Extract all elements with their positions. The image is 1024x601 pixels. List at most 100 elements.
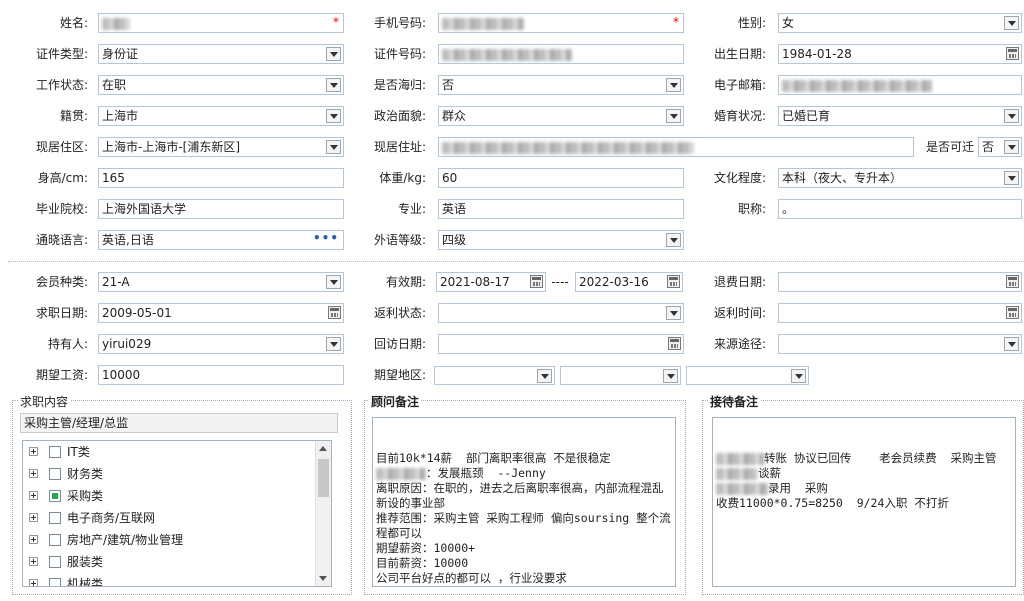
- height-input[interactable]: 165: [98, 168, 344, 188]
- calendar-icon[interactable]: [328, 306, 341, 319]
- chevron-down-icon[interactable]: [666, 233, 681, 247]
- gender-select[interactable]: 女: [778, 13, 1022, 33]
- birth-date-input[interactable]: 1984-01-28: [778, 44, 1022, 64]
- chevron-down-icon[interactable]: [663, 369, 678, 383]
- area-city-select[interactable]: [560, 366, 681, 385]
- education-select[interactable]: 本科（夜大、专升本）: [778, 168, 1022, 188]
- tree-scrollbar[interactable]: [315, 441, 331, 586]
- redacted-email: [782, 79, 932, 92]
- revisit-date-input[interactable]: [438, 334, 684, 354]
- tree-item[interactable]: 房地产/建筑/物业管理: [23, 529, 313, 551]
- chevron-down-icon[interactable]: [1004, 140, 1019, 154]
- school-input[interactable]: 上海外国语大学: [98, 199, 344, 219]
- checkbox[interactable]: [49, 578, 61, 586]
- checkbox[interactable]: [49, 556, 61, 568]
- address-input[interactable]: [438, 137, 914, 157]
- validity-start-input[interactable]: 2021-08-17: [436, 272, 546, 292]
- source-select[interactable]: [778, 334, 1022, 354]
- chevron-down-icon[interactable]: [666, 109, 681, 123]
- chevron-down-icon[interactable]: [1004, 337, 1019, 351]
- tree-item[interactable]: 服装类: [23, 551, 313, 573]
- relocate-select[interactable]: 否: [978, 137, 1022, 157]
- checkbox[interactable]: [49, 446, 61, 458]
- email-input[interactable]: [778, 75, 1022, 95]
- marital-select[interactable]: 已婚已育: [778, 106, 1022, 126]
- scroll-thumb[interactable]: [318, 459, 329, 497]
- expand-icon[interactable]: [29, 535, 38, 544]
- expand-icon[interactable]: [29, 447, 38, 456]
- work-status-select[interactable]: 在职: [98, 75, 344, 95]
- holder-select[interactable]: yirui029: [98, 334, 344, 354]
- tree-item[interactable]: 机械类: [23, 573, 313, 586]
- chevron-down-icon[interactable]: [1004, 171, 1019, 185]
- language-input[interactable]: 英语,日语 •••: [98, 230, 344, 250]
- scroll-up-icon[interactable]: [319, 446, 327, 451]
- tree-item[interactable]: IT类: [23, 441, 313, 463]
- refund-date-input[interactable]: [778, 272, 1022, 292]
- consultant-notes-textarea[interactable]: 目前10k*14薪 部门离职率很高 不是很稳定 ：发展瓶颈 --Jenny 离职原因…: [372, 417, 676, 587]
- calendar-icon[interactable]: [668, 337, 681, 350]
- area-label: 期望地区:: [373, 368, 426, 382]
- education-value: 本科（夜大、专升本）: [782, 171, 903, 185]
- calendar-icon[interactable]: [1006, 47, 1019, 60]
- tree-item[interactable]: 采购类: [23, 485, 313, 507]
- expand-icon[interactable]: [29, 491, 38, 500]
- holder-label: 持有人:: [47, 337, 88, 351]
- expand-icon[interactable]: [29, 513, 38, 522]
- returnee-select[interactable]: 否: [438, 75, 684, 95]
- scroll-down-icon[interactable]: [319, 576, 327, 581]
- tree-item[interactable]: 电子商务/互联网: [23, 507, 313, 529]
- chevron-down-icon[interactable]: [326, 78, 341, 92]
- chevron-down-icon[interactable]: [326, 337, 341, 351]
- calendar-icon[interactable]: [1006, 306, 1019, 319]
- expand-icon[interactable]: [29, 557, 38, 566]
- id-no-input[interactable]: [438, 44, 684, 64]
- checkbox[interactable]: [49, 512, 61, 524]
- weight-input[interactable]: 60: [438, 168, 684, 188]
- expand-icon[interactable]: [29, 469, 38, 478]
- job-date-input[interactable]: 2009-05-01: [98, 303, 344, 323]
- member-type-select[interactable]: 21-A: [98, 272, 344, 292]
- chevron-down-icon[interactable]: [1004, 109, 1019, 123]
- job-category-tree[interactable]: IT类 财务类 采购类 电子商务/互联网 房地产/建筑/物业管理 服装类 机械类: [22, 440, 332, 587]
- chevron-down-icon[interactable]: [326, 109, 341, 123]
- area-district-select[interactable]: [686, 366, 809, 385]
- chevron-down-icon[interactable]: [666, 306, 681, 320]
- holder-value: yirui029: [102, 337, 152, 351]
- rebate-status-select[interactable]: [438, 303, 684, 323]
- chevron-down-icon[interactable]: [791, 369, 806, 383]
- chevron-down-icon[interactable]: [537, 369, 552, 383]
- residence-area-select[interactable]: 上海市-上海市-[浦东新区]: [98, 137, 344, 157]
- note-text: 目前薪资：10000: [376, 556, 469, 570]
- chevron-down-icon[interactable]: [1004, 16, 1019, 30]
- calendar-icon[interactable]: [667, 275, 680, 288]
- id-type-select[interactable]: 身份证: [98, 44, 344, 64]
- reception-notes-textarea[interactable]: 转账 协议已回传 老会员续费 采购主管 谈薪 录用 采购 收费11000*0.75=8…: [712, 417, 1016, 587]
- note-line: 期望薪资：10000+: [376, 541, 672, 556]
- salary-input[interactable]: 10000: [98, 365, 344, 385]
- rebate-time-input[interactable]: [778, 303, 1022, 323]
- language-label: 通晓语言:: [35, 233, 88, 247]
- validity-end-input[interactable]: 2022-03-16: [575, 272, 683, 292]
- political-select[interactable]: 群众: [438, 106, 684, 126]
- foreign-level-select[interactable]: 四级: [438, 230, 684, 250]
- calendar-icon[interactable]: [530, 275, 543, 288]
- checkbox[interactable]: [49, 468, 61, 480]
- title-input[interactable]: 。: [778, 199, 1022, 219]
- major-input[interactable]: 英语: [438, 199, 684, 219]
- chevron-down-icon[interactable]: [326, 140, 341, 154]
- tree-item[interactable]: 财务类: [23, 463, 313, 485]
- calendar-icon[interactable]: [1006, 275, 1019, 288]
- note-line: 公司平台好点的都可以 ，行业没要求: [376, 571, 672, 586]
- native-place-select[interactable]: 上海市: [98, 106, 344, 126]
- chevron-down-icon[interactable]: [666, 78, 681, 92]
- name-input[interactable]: *: [98, 13, 344, 33]
- chevron-down-icon[interactable]: [326, 275, 341, 289]
- more-options-icon[interactable]: •••: [313, 231, 339, 247]
- expand-icon[interactable]: [29, 579, 38, 586]
- chevron-down-icon[interactable]: [326, 47, 341, 61]
- phone-input[interactable]: *: [438, 13, 684, 33]
- checkbox[interactable]: [49, 534, 61, 546]
- area-province-select[interactable]: [434, 366, 555, 385]
- checkbox[interactable]: [49, 490, 61, 502]
